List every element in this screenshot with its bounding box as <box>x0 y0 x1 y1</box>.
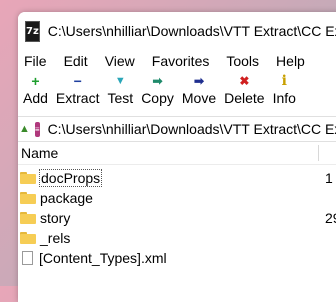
test-button[interactable]: ▼ Test <box>108 72 134 106</box>
copy-button[interactable]: ➡ Copy <box>141 72 174 106</box>
address-path[interactable]: C:\Users\nhilliar\Downloads\VTT Extract\… <box>48 121 336 137</box>
info-button[interactable]: i Info <box>273 72 296 106</box>
list-item[interactable]: story 29 <box>18 208 336 228</box>
info-label: Info <box>272 90 296 106</box>
title-bar[interactable]: 7z C:\Users\nhilliar\Downloads\VTT Extra… <box>18 12 336 50</box>
folder-icon <box>20 172 36 184</box>
menu-help[interactable]: Help <box>276 53 305 69</box>
menu-bar: File Edit View Favorites Tools Help <box>18 50 336 72</box>
menu-edit[interactable]: Edit <box>64 53 88 69</box>
column-name-header[interactable]: Name <box>21 145 58 161</box>
copy-label: Copy <box>141 90 174 106</box>
file-icon <box>22 251 33 265</box>
menu-file[interactable]: File <box>24 53 47 69</box>
delete-label: Delete <box>224 90 265 106</box>
folder-icon <box>20 212 36 224</box>
add-button[interactable]: + Add <box>23 72 48 106</box>
folder-icon <box>20 192 36 204</box>
list-item[interactable]: [Content_Types].xml <box>18 248 336 268</box>
item-size: 29 <box>325 210 336 226</box>
up-folder-icon[interactable]: ▲ <box>19 123 30 135</box>
column-divider[interactable] <box>318 145 319 161</box>
move-label: Move <box>181 90 217 106</box>
plus-icon: + <box>31 73 40 89</box>
list-item[interactable]: package <box>18 188 336 208</box>
archive-icon: ≡ <box>34 121 40 137</box>
delete-x-icon: ✖ <box>239 74 250 88</box>
item-name: story <box>40 210 71 226</box>
address-bar: ▲ ≡ C:\Users\nhilliar\Downloads\VTT Extr… <box>18 116 336 142</box>
item-name: _rels <box>40 230 71 246</box>
info-icon: i <box>281 73 287 89</box>
copy-arrow-icon: ➡ <box>152 74 163 88</box>
toolbar: + Add − Extract ▼ Test ➡ Copy ➡ Move ✖ D… <box>18 72 336 116</box>
delete-button[interactable]: ✖ Delete <box>224 72 264 106</box>
list-item[interactable]: docProps 1 <box>18 168 336 188</box>
window-title: C:\Users\nhilliar\Downloads\VTT Extract\… <box>47 23 336 39</box>
7zip-app-icon: 7z <box>25 20 40 42</box>
check-icon: ▼ <box>114 75 126 87</box>
app-window: 7z C:\Users\nhilliar\Downloads\VTT Extra… <box>18 12 336 302</box>
file-list: docProps 1 package story 29 _rels [Conte… <box>18 165 336 268</box>
test-label: Test <box>107 90 134 106</box>
list-header: Name <box>18 142 336 165</box>
add-label: Add <box>23 90 48 106</box>
list-item[interactable]: _rels <box>18 228 336 248</box>
minus-icon: − <box>73 73 82 89</box>
move-arrow-icon: ➡ <box>193 74 205 88</box>
extract-button[interactable]: − Extract <box>56 72 100 106</box>
move-button[interactable]: ➡ Move <box>182 72 216 106</box>
menu-tools[interactable]: Tools <box>226 53 259 69</box>
menu-view[interactable]: View <box>105 53 135 69</box>
item-size: 1 <box>325 170 333 186</box>
menu-favorites[interactable]: Favorites <box>152 53 210 69</box>
extract-label: Extract <box>55 90 100 106</box>
item-name: [Content_Types].xml <box>39 250 167 266</box>
item-name: package <box>40 190 93 206</box>
item-name: docProps <box>38 169 103 187</box>
folder-icon <box>20 232 36 244</box>
